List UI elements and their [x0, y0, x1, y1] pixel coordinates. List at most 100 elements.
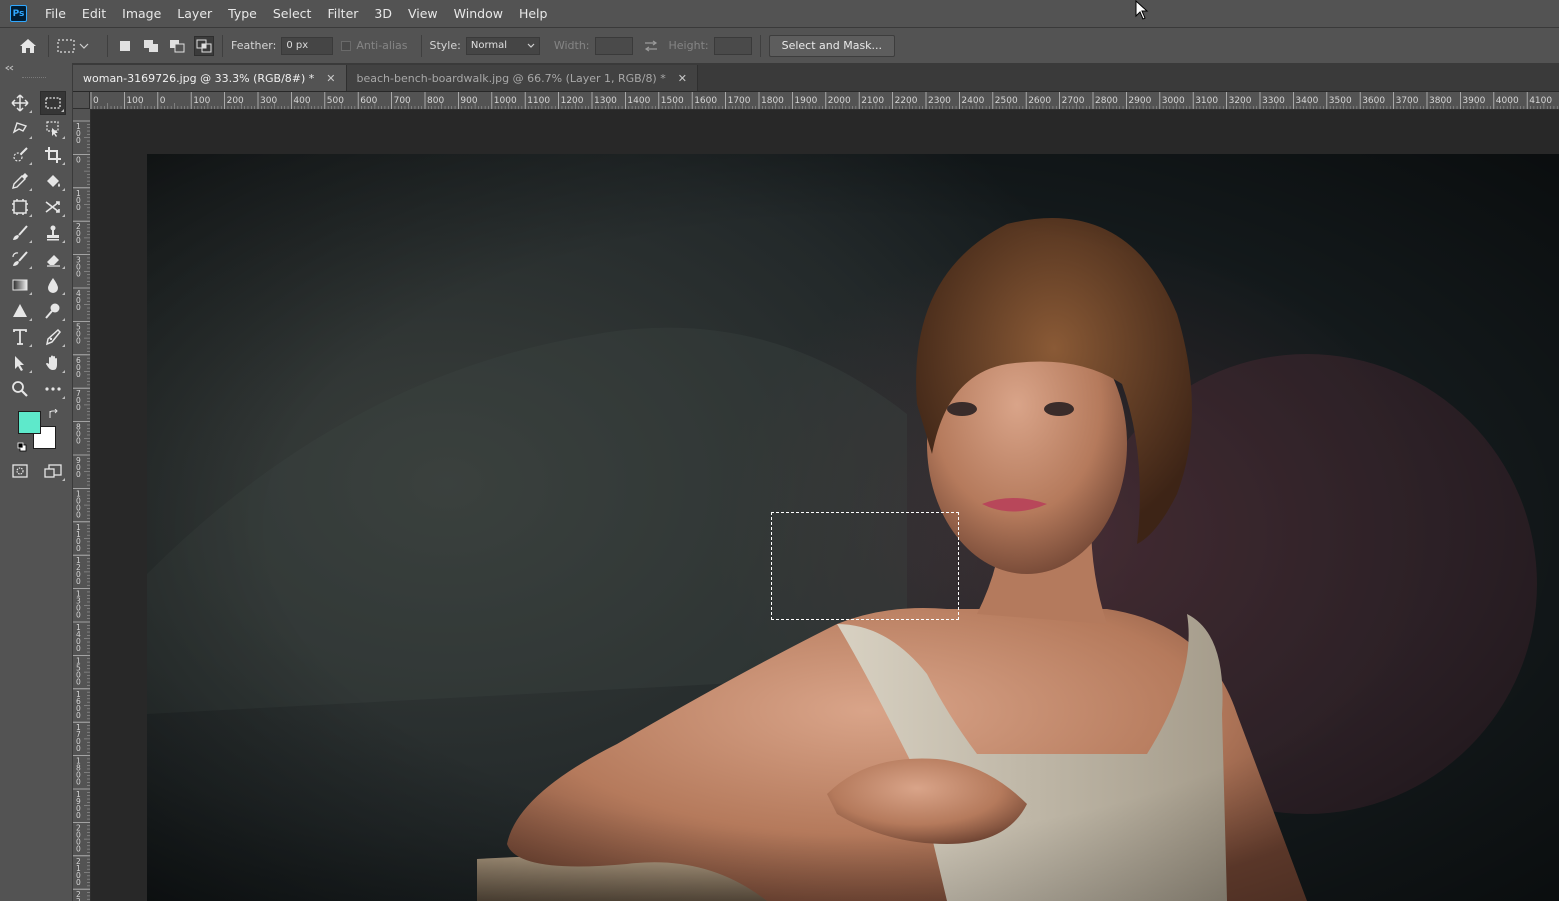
- anti-alias-checkbox[interactable]: [341, 40, 352, 51]
- pen-tool[interactable]: [40, 325, 66, 349]
- ruler-label: 0: [76, 470, 81, 479]
- ruler-label: 3100: [1195, 96, 1218, 106]
- close-icon[interactable]: ✕: [678, 72, 687, 85]
- content-aware-move-tool[interactable]: [40, 195, 66, 219]
- blur-tool[interactable]: [40, 273, 66, 297]
- eyedropper-tool[interactable]: [7, 169, 33, 193]
- menu-view[interactable]: View: [400, 0, 446, 27]
- crop-icon: [45, 147, 61, 163]
- marquee-selection[interactable]: [771, 512, 959, 620]
- ruler-label: 2000: [828, 96, 851, 106]
- feather-input[interactable]: 0 px: [281, 36, 334, 55]
- menu-help[interactable]: Help: [511, 0, 556, 27]
- ruler-origin[interactable]: [73, 92, 90, 109]
- vertical-ruler[interactable]: 1000100200300400500600700800900100011001…: [73, 109, 91, 901]
- sharpen-tool[interactable]: [7, 299, 33, 323]
- select-and-mask-button[interactable]: Select and Mask...: [768, 34, 896, 57]
- frame-icon: [12, 199, 28, 215]
- paint-bucket-tool[interactable]: [40, 169, 66, 193]
- ruler-label: 3300: [1262, 96, 1285, 106]
- height-input[interactable]: [713, 36, 752, 55]
- intersect-selection-button[interactable]: [194, 35, 214, 56]
- path-selection-tool[interactable]: [7, 351, 33, 375]
- divider: [759, 34, 761, 57]
- brush-tool[interactable]: [7, 221, 33, 245]
- ruler-label: 2300: [928, 96, 951, 106]
- horizontal-ruler[interactable]: 0 100 0 100 200 300 400 500 600 700 800 900 1000 1100…: [73, 92, 1559, 110]
- home-icon: [20, 38, 36, 53]
- history-brush-tool[interactable]: [7, 247, 33, 271]
- subtract-from-selection-button[interactable]: [168, 37, 186, 55]
- new-selection-button[interactable]: [116, 37, 134, 55]
- object-selection-tool[interactable]: [40, 117, 66, 141]
- path-selection-icon: [15, 356, 24, 371]
- ruler-label: 0: [76, 711, 81, 720]
- menu-file[interactable]: File: [37, 0, 74, 27]
- clone-stamp-tool[interactable]: [40, 221, 66, 245]
- swap-width-height-icon[interactable]: [643, 40, 659, 52]
- style-value: Normal: [470, 40, 508, 51]
- panel-grip[interactable]: [22, 77, 46, 80]
- tab-woman-document[interactable]: woman-3169726.jpg @ 33.3% (RGB/8#) * ✕: [73, 65, 347, 91]
- type-tool[interactable]: [7, 325, 33, 349]
- divider: [48, 34, 49, 57]
- swap-colors-icon[interactable]: [48, 409, 59, 420]
- pen-icon: [45, 328, 62, 346]
- ruler-label: 0: [76, 811, 81, 820]
- rectangular-marquee-tool[interactable]: [40, 91, 66, 115]
- ruler-label: 2200: [895, 96, 918, 106]
- ruler-ticks: 1000100200300400500600700800900100011001…: [73, 120, 90, 901]
- ruler-label: 0: [76, 677, 81, 686]
- divider: [222, 34, 223, 57]
- frame-tool[interactable]: [7, 195, 33, 219]
- ruler-label: 1400: [627, 96, 650, 106]
- ruler-label: 0: [76, 270, 81, 279]
- menu-type[interactable]: Type: [220, 0, 265, 27]
- ruler-label: 100: [193, 96, 210, 106]
- eyedropper-icon: [12, 173, 28, 189]
- menu-select[interactable]: Select: [265, 0, 320, 27]
- rectangular-marquee-icon: [57, 38, 75, 53]
- dodge-tool[interactable]: [40, 299, 66, 323]
- hand-tool[interactable]: [40, 351, 66, 375]
- ruler-label: 0: [76, 778, 81, 787]
- width-input[interactable]: [594, 36, 633, 55]
- menu-3d[interactable]: 3D: [366, 0, 400, 27]
- move-tool[interactable]: [7, 91, 33, 115]
- menu-image[interactable]: Image: [114, 0, 169, 27]
- edit-toolbar-button[interactable]: [40, 377, 66, 401]
- clone-stamp-icon: [47, 225, 59, 241]
- foreground-color-swatch[interactable]: [18, 411, 41, 434]
- intersect-selection-icon: [196, 39, 212, 52]
- ruler-label: 0: [76, 236, 81, 245]
- eraser-tool[interactable]: [40, 247, 66, 271]
- ruler-label: 1800: [761, 96, 784, 106]
- lasso-tool[interactable]: [7, 117, 33, 141]
- ruler-label: 3500: [1329, 96, 1352, 106]
- photoshop-logo: Ps: [10, 5, 27, 22]
- menu-edit[interactable]: Edit: [74, 0, 114, 27]
- menu-window[interactable]: Window: [446, 0, 511, 27]
- collapse-panel-icon[interactable]: [5, 65, 15, 71]
- ruler-label: 1900: [794, 96, 817, 106]
- add-to-selection-button[interactable]: [142, 37, 160, 55]
- crop-tool[interactable]: [40, 143, 66, 167]
- ruler-label: 0: [76, 155, 81, 164]
- ruler-label: 3200: [1229, 96, 1252, 106]
- close-icon[interactable]: ✕: [326, 72, 335, 85]
- menu-filter[interactable]: Filter: [319, 0, 366, 27]
- quick-mask-button[interactable]: [7, 459, 33, 483]
- chevron-down-icon: [79, 43, 89, 49]
- ruler-label: 0: [76, 844, 81, 853]
- gradient-tool[interactable]: [7, 273, 33, 297]
- style-dropdown[interactable]: Normal: [465, 36, 540, 55]
- tab-beach-document[interactable]: beach-bench-boardwalk.jpg @ 66.7% (Layer…: [346, 65, 698, 91]
- zoom-tool[interactable]: [7, 377, 33, 401]
- quick-selection-tool[interactable]: [7, 143, 33, 167]
- height-label: Height:: [668, 39, 709, 52]
- screen-mode-button[interactable]: [40, 459, 66, 483]
- menu-layer[interactable]: Layer: [169, 0, 220, 27]
- tool-preset-picker[interactable]: [57, 38, 89, 53]
- ruler-label: 4000: [1496, 96, 1519, 106]
- default-colors-icon[interactable]: [17, 442, 27, 452]
